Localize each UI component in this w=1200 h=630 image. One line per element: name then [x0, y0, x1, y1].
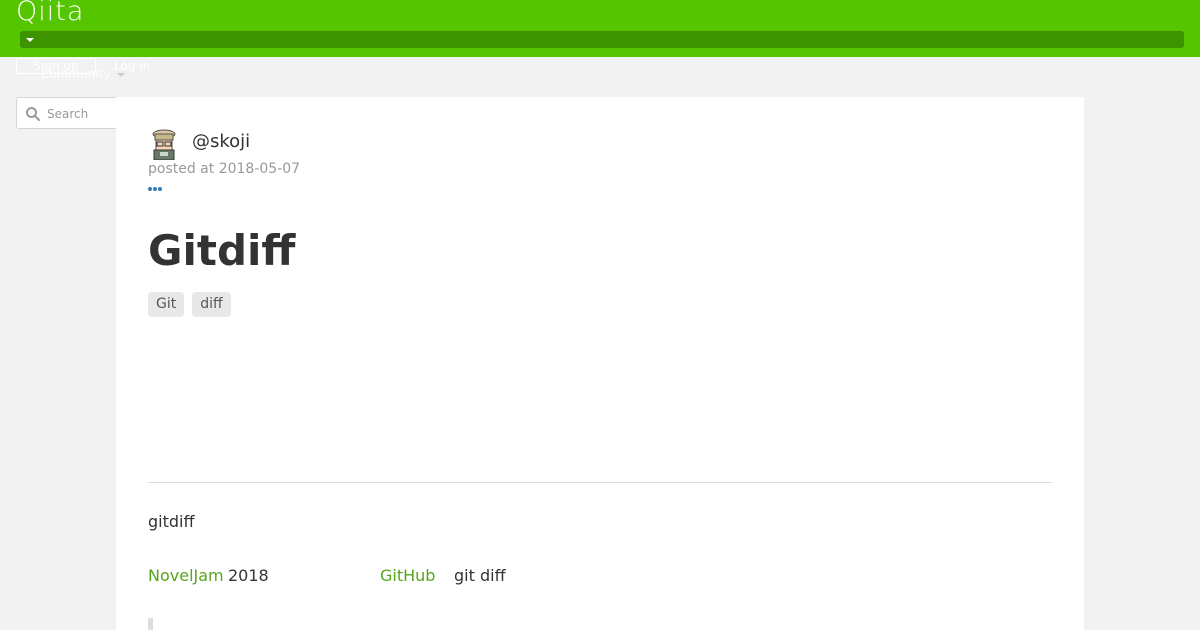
search-icon: [26, 107, 40, 121]
community-menu[interactable]: Community: [41, 67, 110, 81]
author-username[interactable]: @skoji: [192, 131, 250, 152]
github-link[interactable]: GitHub: [380, 566, 435, 585]
avatar[interactable]: [148, 128, 180, 160]
login-link[interactable]: Log in: [114, 58, 150, 74]
header-overflow-row: Sign up Log in Community: [0, 57, 400, 87]
tag-git[interactable]: Git: [148, 292, 185, 317]
article-title: Gitdiff: [148, 226, 296, 275]
more-options-icon[interactable]: [148, 186, 164, 192]
global-header: Qiita: [0, 0, 1200, 57]
posted-date: posted at 2018-05-07: [148, 161, 301, 177]
caret-down-icon[interactable]: [26, 38, 34, 42]
qiita-logo[interactable]: Qiita: [16, 0, 84, 27]
divider: [148, 482, 1052, 483]
noveljam-link[interactable]: NovelJam: [148, 566, 224, 585]
chevron-down-icon[interactable]: [117, 73, 125, 77]
article-line: NovelJam 2018 GitHub git diff: [148, 566, 648, 586]
blockquote-bar: [148, 618, 153, 630]
command-text: git diff: [454, 566, 506, 585]
header-menu-bar[interactable]: [20, 31, 1184, 48]
year-text: 2018: [228, 566, 269, 585]
article-card: @skoji posted at 2018-05-07 Gitdiff Git …: [116, 97, 1084, 630]
article-intro: gitdiff: [148, 512, 195, 531]
tag-list: Git diff: [148, 292, 231, 317]
tag-diff[interactable]: diff: [192, 292, 231, 317]
